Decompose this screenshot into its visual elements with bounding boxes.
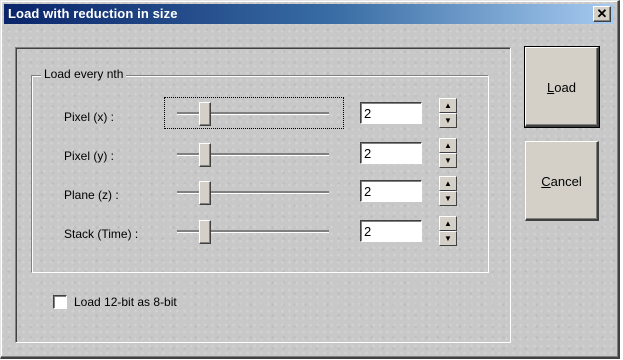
slider-plane-z[interactable] <box>165 177 343 207</box>
slider-thumb[interactable] <box>199 220 211 244</box>
dialog-window: Load with reduction in size ✕ Load every… <box>0 0 620 359</box>
arrow-up-icon: ▲ <box>444 101 452 110</box>
slider-pixel-y[interactable] <box>165 139 343 169</box>
input-stack-time[interactable]: 2 <box>360 220 422 242</box>
title-bar[interactable]: Load with reduction in size ✕ <box>4 4 613 24</box>
cancel-button-label: Cancel <box>541 174 582 189</box>
row-label-pixel-x: Pixel (x) : <box>64 110 115 124</box>
arrow-up-icon: ▲ <box>444 219 452 228</box>
close-icon: ✕ <box>596 6 608 21</box>
load-12bit-label[interactable]: Load 12-bit as 8-bit <box>74 295 177 309</box>
slider-thumb[interactable] <box>199 143 211 167</box>
slider-thumb[interactable] <box>199 102 211 126</box>
spinner-plane-z: ▲ ▼ <box>439 176 457 206</box>
slider-pixel-x[interactable] <box>164 97 344 129</box>
spin-down-button[interactable]: ▼ <box>439 191 457 206</box>
input-pixel-y[interactable]: 2 <box>360 142 422 164</box>
spin-up-button[interactable]: ▲ <box>439 98 457 113</box>
spin-down-button[interactable]: ▼ <box>439 113 457 128</box>
load-button[interactable]: Load <box>524 46 600 128</box>
slider-thumb[interactable] <box>199 181 211 205</box>
arrow-down-icon: ▼ <box>444 116 452 125</box>
input-plane-z[interactable]: 2 <box>360 180 422 202</box>
dialog-title: Load with reduction in size <box>8 6 178 21</box>
row-label-pixel-y: Pixel (y) : <box>64 149 115 163</box>
load-12bit-checkbox[interactable] <box>53 295 67 309</box>
arrow-up-icon: ▲ <box>444 141 452 150</box>
load-button-label: Load <box>547 80 576 95</box>
spin-up-button[interactable]: ▲ <box>439 216 457 231</box>
spinner-pixel-x: ▲ ▼ <box>439 98 457 128</box>
arrow-down-icon: ▼ <box>444 234 452 243</box>
cancel-button[interactable]: Cancel <box>525 141 599 221</box>
slider-stack-time[interactable] <box>165 216 343 246</box>
group-legend: Load every nth <box>41 67 127 81</box>
spinner-pixel-y: ▲ ▼ <box>439 138 457 168</box>
arrow-down-icon: ▼ <box>444 194 452 203</box>
close-button[interactable]: ✕ <box>593 6 611 22</box>
row-label-stack-time: Stack (Time) : <box>64 227 139 241</box>
row-label-plane-z: Plane (z) : <box>64 188 119 202</box>
spinner-stack-time: ▲ ▼ <box>439 216 457 246</box>
spin-down-button[interactable]: ▼ <box>439 153 457 168</box>
input-pixel-x[interactable]: 2 <box>360 102 422 124</box>
spin-up-button[interactable]: ▲ <box>439 176 457 191</box>
arrow-down-icon: ▼ <box>444 156 452 165</box>
spin-up-button[interactable]: ▲ <box>439 138 457 153</box>
arrow-up-icon: ▲ <box>444 179 452 188</box>
spin-down-button[interactable]: ▼ <box>439 231 457 246</box>
